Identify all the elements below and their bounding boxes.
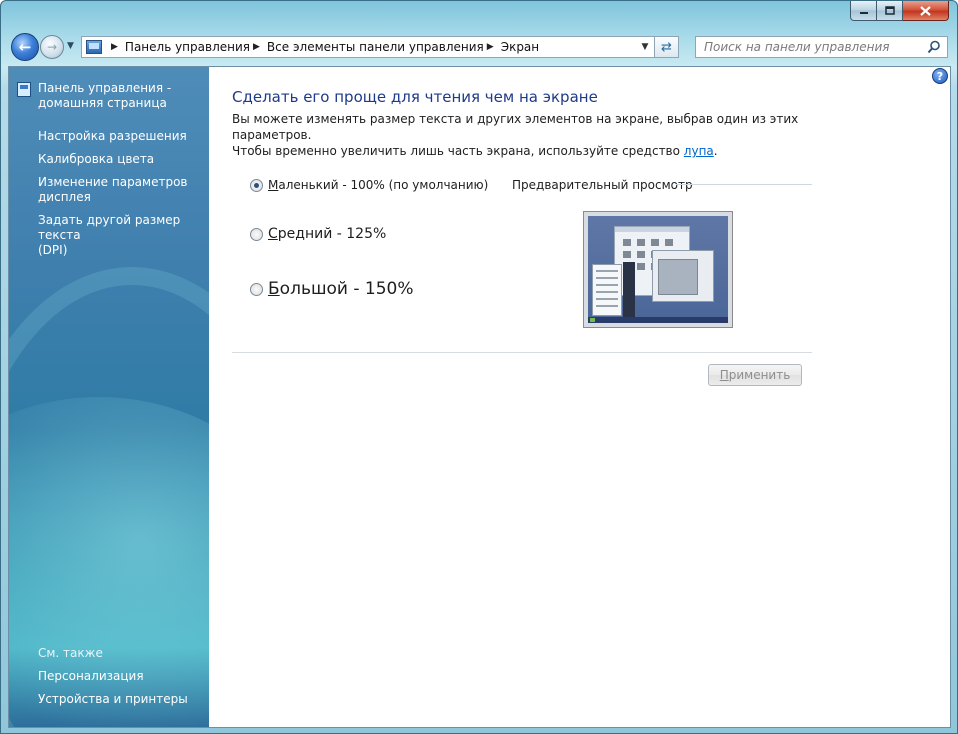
- radio-small[interactable]: [250, 178, 263, 192]
- help-icon[interactable]: ?: [932, 68, 948, 84]
- sidebar-item-resolution[interactable]: Настройка разрешения: [38, 129, 187, 144]
- breadcrumb-separator-icon[interactable]: ▶: [111, 42, 118, 52]
- description-line-2: Чтобы временно увеличить лишь часть экра…: [232, 143, 802, 159]
- sidebar-item-home[interactable]: Панель управления - домашняя страница: [38, 81, 171, 111]
- arrow-left-icon: ←: [18, 38, 32, 56]
- search-input[interactable]: [704, 40, 914, 54]
- sidebar-dpi-line1: Задать другой размер текста: [38, 213, 181, 242]
- breadcrumb-display[interactable]: Экран: [501, 40, 539, 54]
- preview-label: Предварительный просмотр: [512, 178, 693, 192]
- control-panel-home-icon: [17, 82, 31, 97]
- page-title: Сделать его проще для чтения чем на экра…: [232, 88, 598, 106]
- sidebar: Панель управления - домашняя страница На…: [9, 67, 209, 727]
- option-small-label: Маленький - 100% (по умолчанию): [268, 178, 489, 192]
- breadcrumb-separator-icon[interactable]: ▶: [487, 42, 494, 52]
- back-button[interactable]: ←: [11, 33, 39, 61]
- refresh-button[interactable]: ⇄: [655, 36, 679, 58]
- option-large[interactable]: Большой - 150%: [250, 279, 414, 299]
- maximize-icon: [884, 6, 895, 15]
- preview-screen: [588, 216, 728, 323]
- sidebar-item-personalization[interactable]: Персонализация: [38, 669, 144, 684]
- sidebar-item-color-calibration[interactable]: Калибровка цвета: [38, 152, 154, 167]
- sidebar-item-display-settings[interactable]: Изменение параметров дисплея: [38, 175, 188, 205]
- maximize-button[interactable]: [877, 1, 903, 21]
- breadcrumb-control-panel[interactable]: Панель управления: [125, 40, 250, 54]
- refresh-icon: ⇄: [661, 39, 672, 55]
- caption-buttons: [850, 1, 949, 22]
- sidebar-display-line2: дисплея: [38, 190, 91, 204]
- breadcrumb-separator-icon[interactable]: ▶: [253, 42, 260, 52]
- sidebar-home-line1: Панель управления -: [38, 81, 172, 95]
- recent-pages-button[interactable]: ▼: [67, 41, 77, 51]
- sidebar-home-line2: домашняя страница: [38, 96, 167, 110]
- preview-list-window: [592, 264, 622, 316]
- magnifier-link[interactable]: лупа: [684, 144, 714, 158]
- navigation-bar: ← → ▼ ▶ Панель управления ▶ Все элементы…: [9, 31, 951, 63]
- preview-dialog-window: [652, 250, 714, 302]
- content-divider: [232, 352, 812, 353]
- sidebar-dpi-line2: (DPI): [38, 243, 68, 257]
- forward-button[interactable]: →: [40, 35, 64, 59]
- option-medium-label: Средний - 125%: [268, 226, 387, 242]
- description-text: Чтобы временно увеличить лишь часть экра…: [232, 144, 684, 158]
- arrow-right-icon: →: [46, 40, 58, 54]
- address-dropdown-icon[interactable]: ▼: [636, 37, 654, 57]
- chevron-down-icon: ▼: [67, 41, 74, 51]
- description-line-1: Вы можете изменять размер текста и други…: [232, 112, 799, 142]
- radio-medium[interactable]: [250, 227, 263, 241]
- sidebar-item-custom-dpi[interactable]: Задать другой размер текста (DPI): [38, 213, 209, 258]
- breadcrumb-all-items[interactable]: Все элементы панели управления: [267, 40, 484, 54]
- description-end: .: [713, 144, 718, 158]
- preview-image: [583, 211, 733, 328]
- preview-strip: [623, 262, 635, 318]
- window: ← → ▼ ▶ Панель управления ▶ Все элементы…: [0, 0, 958, 734]
- control-panel-icon: [86, 40, 102, 54]
- page-description: Вы можете изменять размер текста и други…: [232, 111, 802, 159]
- preview-taskbar: [588, 317, 728, 323]
- search-icon[interactable]: [927, 40, 941, 54]
- search-box[interactable]: [695, 36, 948, 58]
- option-small[interactable]: Маленький - 100% (по умолчанию): [250, 178, 488, 192]
- sidebar-item-devices-printers[interactable]: Устройства и принтеры: [38, 692, 188, 707]
- radio-large[interactable]: [250, 282, 263, 296]
- client-area: Панель управления - домашняя страница На…: [8, 66, 951, 728]
- minimize-button[interactable]: [850, 1, 877, 21]
- close-button[interactable]: [903, 1, 949, 21]
- see-also-heading: См. также: [38, 646, 103, 660]
- minimize-icon: [859, 11, 868, 14]
- apply-button[interactable]: Применить: [708, 364, 802, 386]
- close-icon: [920, 5, 931, 16]
- option-medium[interactable]: Средний - 125%: [250, 226, 386, 242]
- preview-divider: [676, 184, 812, 185]
- sidebar-display-line1: Изменение параметров: [38, 175, 188, 189]
- address-bar[interactable]: ▶ Панель управления ▶ Все элементы панел…: [81, 36, 655, 58]
- option-large-label: Большой - 150%: [268, 279, 414, 299]
